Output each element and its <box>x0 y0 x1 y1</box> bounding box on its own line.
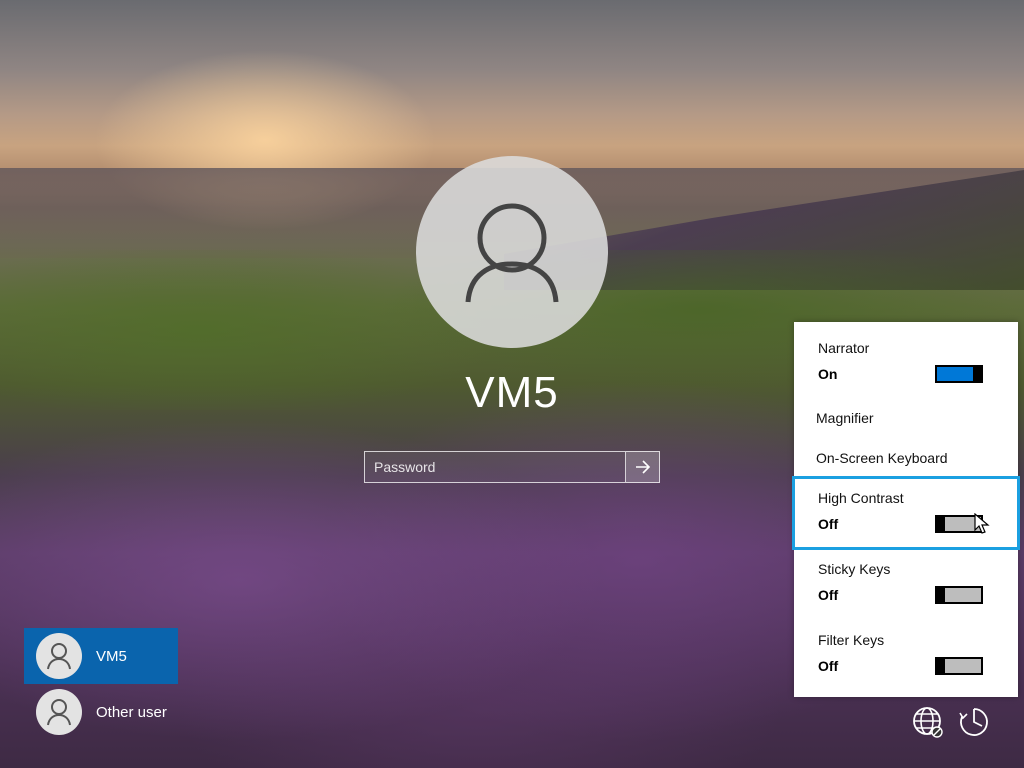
ease-of-access-button[interactable] <box>956 704 992 740</box>
mouse-cursor-icon <box>974 513 990 534</box>
ease-item-title: Narrator <box>818 340 870 356</box>
user-item-avatar <box>36 633 82 679</box>
password-input[interactable] <box>364 451 626 483</box>
ease-item-filter-keys[interactable]: Filter Keys Off <box>794 632 1018 692</box>
toggle-knob <box>935 657 945 675</box>
filter-keys-toggle[interactable] <box>935 657 983 675</box>
sticky-keys-toggle[interactable] <box>935 586 983 604</box>
user-avatar <box>416 156 608 348</box>
user-item-label: VM5 <box>96 647 127 665</box>
ease-item-title: Sticky Keys <box>818 561 891 577</box>
user-item-avatar <box>36 689 82 735</box>
user-item-label: Other user <box>96 703 167 721</box>
ease-item-title: High Contrast <box>818 490 904 506</box>
ease-item-title: On-Screen Keyboard <box>816 450 948 466</box>
ease-item-narrator[interactable]: Narrator On <box>794 340 1018 400</box>
network-icon <box>913 707 943 738</box>
user-switcher: VM5 Other user <box>24 628 178 740</box>
toggle-knob <box>973 365 983 383</box>
person-icon <box>47 643 71 670</box>
narrator-toggle[interactable] <box>935 365 983 383</box>
toggle-knob <box>935 515 945 533</box>
password-box <box>364 451 660 485</box>
ease-item-on-screen-keyboard[interactable]: On-Screen Keyboard <box>794 450 1018 474</box>
arrow-right-icon <box>635 460 650 474</box>
person-icon <box>47 699 71 726</box>
ease-item-state: On <box>818 366 838 382</box>
network-button[interactable] <box>910 704 946 740</box>
ease-item-sticky-keys[interactable]: Sticky Keys Off <box>794 561 1018 621</box>
user-item-vm5[interactable]: VM5 <box>24 628 178 684</box>
ease-item-state: Off <box>818 658 839 674</box>
person-icon <box>465 203 559 303</box>
ease-item-state: Off <box>818 516 839 532</box>
ease-item-title: Magnifier <box>816 410 874 426</box>
ease-item-magnifier[interactable]: Magnifier <box>794 410 1018 434</box>
user-item-other-user[interactable]: Other user <box>24 684 178 740</box>
ease-item-state: Off <box>818 587 839 603</box>
ease-of-access-panel: Narrator On Magnifier On-Screen Keyboard… <box>792 322 1020 697</box>
ease-of-access-icon <box>959 708 988 736</box>
ease-item-title: Filter Keys <box>818 632 885 648</box>
toggle-knob <box>935 586 945 604</box>
submit-arrow-button[interactable] <box>626 451 660 483</box>
